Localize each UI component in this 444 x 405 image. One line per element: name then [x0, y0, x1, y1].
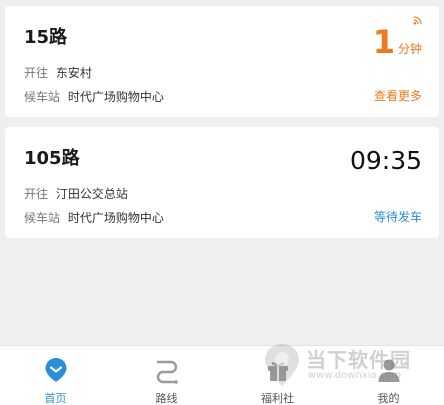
tab-label: 首页	[44, 392, 67, 405]
waiting-stop: 候车站 时代广场购物中心	[24, 209, 164, 226]
stop-label: 候车站	[24, 90, 61, 104]
arrival-card-15[interactable]: 15路 1 分钟 开往 东安村 候车站 时代广场购物中心 查看更多	[5, 6, 439, 117]
tab-welfare[interactable]: 福利社	[222, 346, 333, 405]
direction-label: 开往	[24, 187, 49, 201]
realtime-signal-icon	[413, 16, 422, 25]
scheduled-departure-time: 09:35	[349, 146, 422, 175]
bottom-tab-bar: 首页 路线 福利社 我的	[0, 345, 444, 405]
direction-value: 东安村	[55, 66, 92, 80]
direction: 开往 汀田公交总站	[24, 185, 128, 202]
tab-label: 福利社	[261, 392, 294, 405]
tab-profile[interactable]: 我的	[333, 346, 444, 405]
waiting-stop: 候车站 时代广场购物中心	[24, 88, 164, 105]
stop-value: 时代广场购物中心	[67, 90, 164, 104]
direction-value: 汀田公交总站	[55, 187, 128, 201]
route-name: 105路	[24, 148, 80, 169]
tab-home[interactable]: 首页	[0, 346, 111, 405]
route-name: 15路	[24, 27, 68, 48]
view-more-link[interactable]: 查看更多	[374, 87, 422, 104]
stop-value: 时代广场购物中心	[67, 211, 164, 225]
direction: 开往 东安村	[24, 64, 92, 81]
waiting-departure-status: 等待发车	[373, 210, 422, 224]
eta-value: 1	[372, 23, 395, 61]
home-pin-icon	[45, 358, 66, 382]
direction-label: 开往	[24, 66, 49, 80]
stop-label: 候车站	[24, 211, 61, 225]
gift-icon	[267, 362, 288, 381]
route-icon	[156, 360, 178, 384]
arrival-card-105[interactable]: 105路 09:35 开往 汀田公交总站 候车站 时代广场购物中心 等待发车	[5, 127, 439, 238]
user-icon	[378, 359, 399, 382]
eta: 1 分钟	[373, 26, 422, 58]
tab-route[interactable]: 路线	[111, 346, 222, 405]
tab-label: 路线	[155, 392, 178, 405]
eta-unit: 分钟	[397, 42, 422, 56]
tab-label: 我的	[377, 392, 400, 405]
